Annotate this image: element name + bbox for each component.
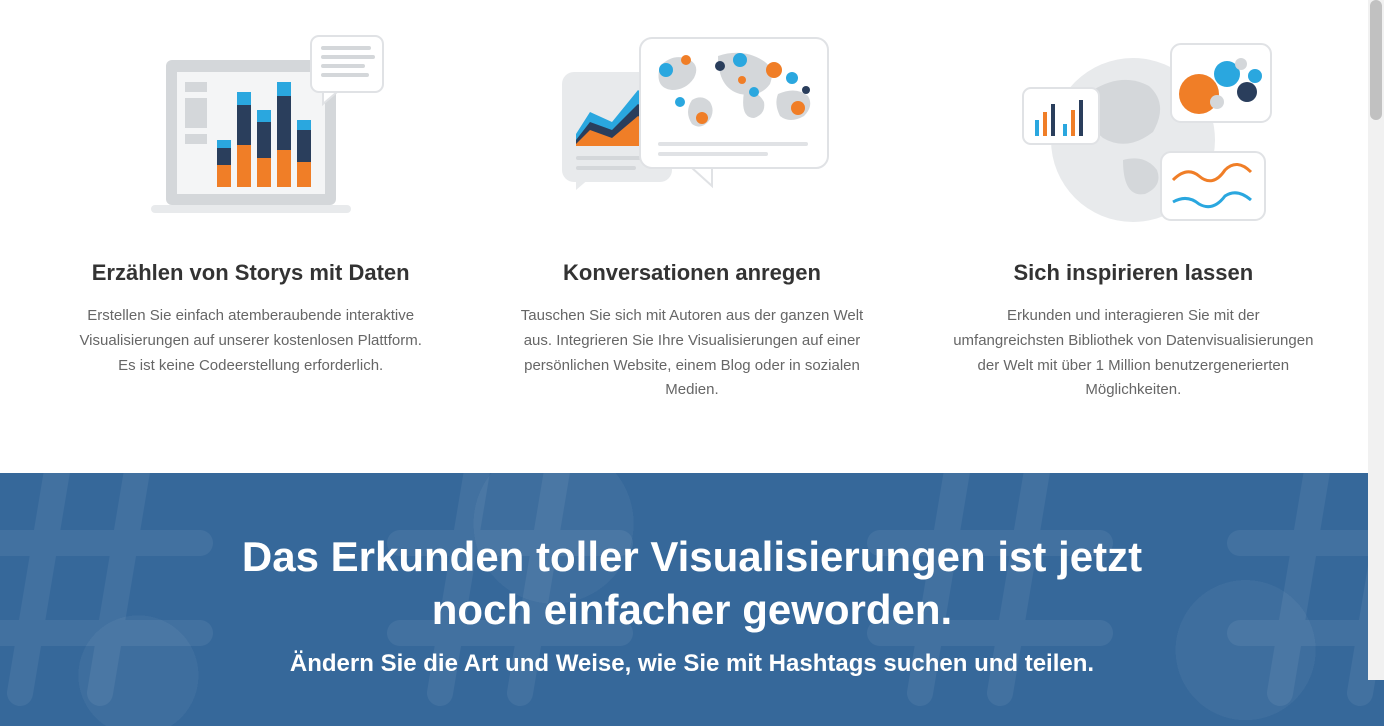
illustration-world-map-chat [501, 30, 882, 230]
banner-title: Das Erkunden toller Visualisierungen ist… [192, 531, 1192, 636]
illustration-bar-chart-dashboard [60, 30, 441, 230]
feature-card-conversations: Konversationen anregen Tauschen Sie sich… [501, 30, 882, 403]
feature-description: Erkunden und interagieren Sie mit der um… [943, 304, 1324, 403]
banner-subtitle: Ändern Sie die Art und Weise, wie Sie mi… [40, 650, 1344, 678]
feature-card-inspiration: Sich inspirieren lassen Erkunden und int… [943, 30, 1324, 403]
feature-title: Erzählen von Storys mit Daten [60, 260, 441, 286]
hashtag-banner: Das Erkunden toller Visualisierungen ist… [0, 473, 1384, 726]
features-row: Erzählen von Storys mit Daten Erstellen … [0, 0, 1384, 473]
feature-card-storytelling: Erzählen von Storys mit Daten Erstellen … [60, 30, 441, 403]
scrollbar-thumb[interactable] [1370, 0, 1382, 120]
feature-description: Erstellen Sie einfach atemberaubende int… [60, 304, 441, 378]
feature-title: Konversationen anregen [501, 260, 882, 286]
scrollbar[interactable] [1368, 0, 1384, 680]
feature-title: Sich inspirieren lassen [943, 260, 1324, 286]
feature-description: Tauschen Sie sich mit Autoren aus der ga… [501, 304, 882, 403]
illustration-globe-analytics [943, 30, 1324, 230]
